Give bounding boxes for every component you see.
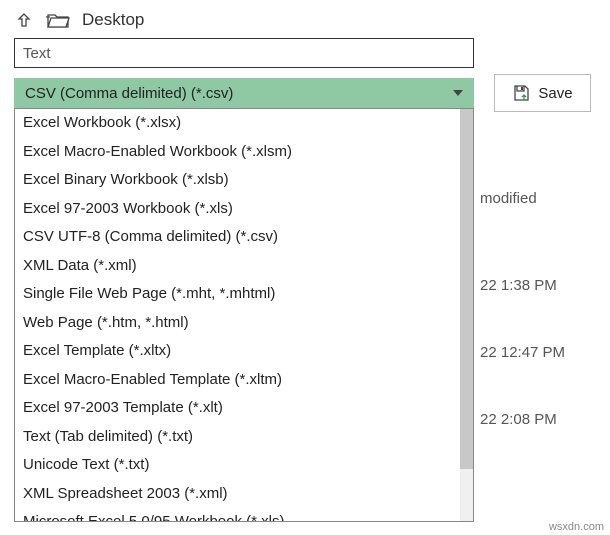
filetype-option[interactable]: Web Page (*.htm, *.html): [15, 309, 473, 338]
save-button-label: Save: [538, 85, 572, 102]
filetype-dropdown[interactable]: Excel Workbook (*.xlsx)Excel Macro-Enabl…: [14, 108, 474, 522]
filetype-option[interactable]: Text (Tab delimited) (*.txt): [15, 423, 473, 452]
filetype-option[interactable]: Excel Macro-Enabled Workbook (*.xlsm): [15, 138, 473, 167]
watermark: wsxdn.com: [549, 521, 604, 533]
save-icon: [512, 84, 530, 102]
filetype-option[interactable]: XML Spreadsheet 2003 (*.xml): [15, 480, 473, 509]
filetype-option[interactable]: XML Data (*.xml): [15, 252, 473, 281]
location-label: Desktop: [82, 10, 144, 30]
filetype-option[interactable]: Excel 97-2003 Template (*.xlt): [15, 394, 473, 423]
folder-icon: [46, 10, 70, 30]
filetype-option[interactable]: CSV UTF-8 (Comma delimited) (*.csv): [15, 223, 473, 252]
date-cell: 22 12:47 PM: [480, 344, 565, 361]
filetype-selected-label: CSV (Comma delimited) (*.csv): [25, 85, 233, 102]
file-list-fragment: modified 22 1:38 PM 22 12:47 PM 22 2:08 …: [480, 190, 565, 478]
filetype-option[interactable]: Single File Web Page (*.mht, *.mhtml): [15, 280, 473, 309]
save-button[interactable]: Save: [494, 74, 591, 112]
date-cell: 22 1:38 PM: [480, 277, 565, 294]
filetype-option[interactable]: Microsoft Excel 5.0/95 Workbook (*.xls): [15, 508, 473, 521]
filetype-option[interactable]: Excel 97-2003 Workbook (*.xls): [15, 195, 473, 224]
filetype-option[interactable]: Excel Workbook (*.xlsx): [15, 109, 473, 138]
filetype-option[interactable]: Excel Binary Workbook (*.xlsb): [15, 166, 473, 195]
date-cell: 22 2:08 PM: [480, 411, 565, 428]
up-arrow-icon: [15, 11, 33, 29]
filename-input[interactable]: [14, 38, 474, 68]
scrollbar[interactable]: [460, 109, 473, 521]
nav-up-button[interactable]: [14, 10, 34, 30]
chevron-down-icon: [453, 90, 463, 96]
column-header-modified: modified: [480, 190, 565, 207]
filetype-select[interactable]: CSV (Comma delimited) (*.csv): [14, 78, 474, 108]
filetype-option[interactable]: Excel Macro-Enabled Template (*.xltm): [15, 366, 473, 395]
filetype-option[interactable]: Unicode Text (*.txt): [15, 451, 473, 480]
scroll-thumb[interactable]: [460, 109, 473, 469]
filetype-option[interactable]: Excel Template (*.xltx): [15, 337, 473, 366]
